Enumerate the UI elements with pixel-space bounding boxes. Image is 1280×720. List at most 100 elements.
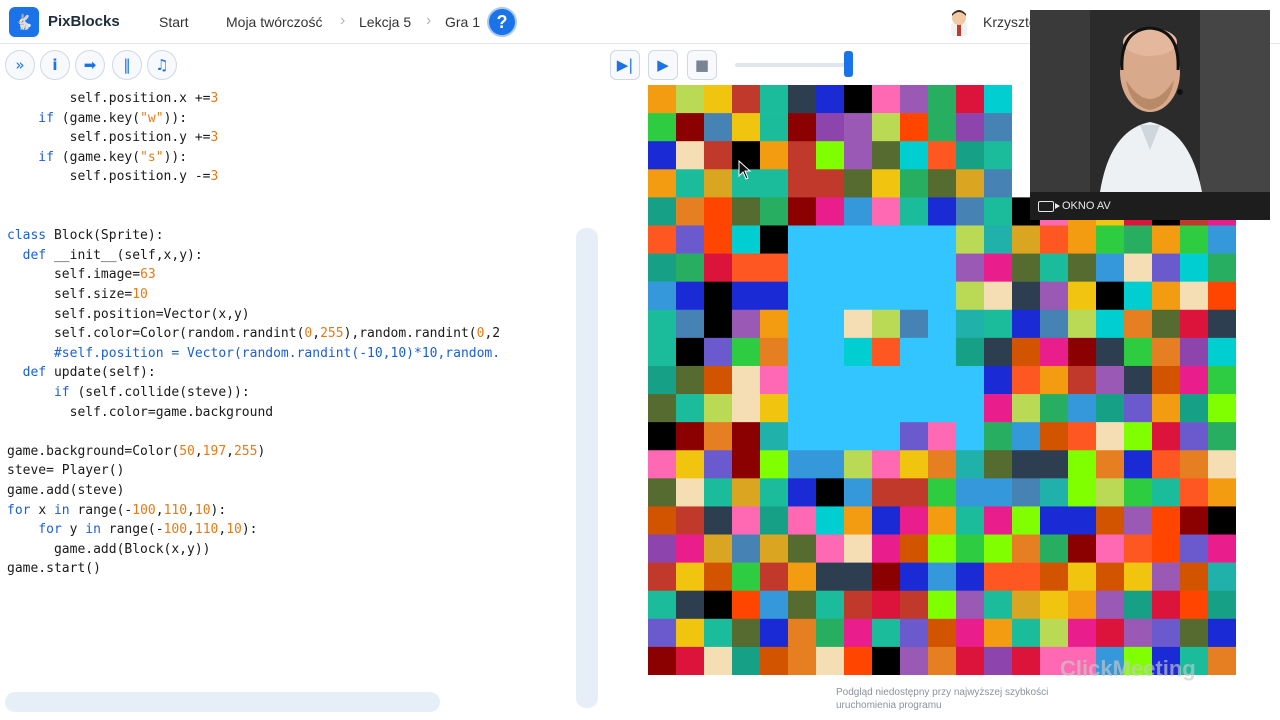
game-block — [844, 253, 873, 282]
code-line[interactable]: for y in range(-100,110,10): — [7, 522, 257, 541]
game-block — [928, 562, 957, 592]
code-line[interactable]: if (game.key("w")): — [7, 111, 187, 130]
video-caption: OKNO AV — [1030, 192, 1270, 220]
game-block — [1040, 225, 1069, 254]
code-line[interactable]: def update(self): — [7, 365, 156, 384]
game-block — [1012, 590, 1041, 620]
editor-horizontal-scrollbar[interactable] — [5, 692, 440, 712]
code-line[interactable]: #self.position = Vector(random.randint(-… — [7, 346, 500, 365]
game-block — [676, 478, 705, 507]
help-button[interactable]: ? — [487, 7, 517, 37]
game-block — [928, 394, 957, 423]
game-block — [1096, 253, 1125, 282]
game-block — [1096, 309, 1125, 339]
code-line[interactable]: self.position.y -=3 — [7, 169, 219, 188]
game-block — [760, 141, 789, 170]
music-button[interactable]: ♫ — [147, 50, 177, 80]
game-block — [816, 253, 845, 282]
game-block — [1096, 534, 1125, 563]
pixblocks-logo-icon[interactable]: 🐇 — [9, 7, 39, 37]
game-block — [704, 113, 733, 142]
code-line[interactable]: game.add(steve) — [7, 483, 124, 502]
game-block — [1068, 590, 1097, 620]
code-line[interactable]: for x in range(-100,110,10): — [7, 503, 226, 522]
game-block — [1152, 422, 1181, 451]
game-block — [900, 309, 929, 339]
game-block — [1152, 365, 1181, 395]
game-block — [704, 365, 733, 395]
game-block — [788, 169, 817, 198]
game-block — [1012, 225, 1041, 254]
code-editor[interactable]: self.position.x +=3 if (game.key("w")): … — [0, 85, 600, 690]
game-block — [1040, 478, 1069, 507]
game-block — [928, 225, 957, 254]
app-logo-text[interactable]: PixBlocks — [48, 13, 120, 30]
game-block — [704, 618, 733, 648]
code-line[interactable]: steve= Player() — [7, 463, 124, 482]
code-line[interactable]: self.color=Color(random.randint(0,255),r… — [7, 326, 500, 345]
editor-vertical-scrollbar[interactable] — [576, 228, 598, 708]
code-line[interactable]: if (self.collide(steve)): — [7, 385, 250, 404]
code-token: range(- — [77, 502, 133, 518]
code-token: 3 — [210, 169, 219, 185]
game-block — [1208, 478, 1236, 507]
game-block — [1096, 394, 1125, 423]
code-line[interactable]: self.image=63 — [7, 267, 156, 286]
code-token: "w" — [140, 110, 164, 126]
game-block — [816, 169, 845, 198]
skip-forward-button[interactable]: ▶| — [610, 50, 640, 80]
game-block — [928, 618, 957, 648]
nav-my-work[interactable]: Moja twórczość — [226, 14, 322, 30]
code-line[interactable]: def __init__(self,x,y): — [7, 248, 203, 267]
code-line[interactable]: game.background=Color(50,197,255) — [7, 444, 265, 463]
game-block — [732, 618, 761, 648]
game-block — [984, 85, 1013, 114]
speed-slider-thumb[interactable] — [844, 51, 853, 77]
fast-forward-button[interactable]: » — [5, 50, 35, 80]
code-line[interactable]: game.add(Block(x,y)) — [7, 542, 211, 561]
info-button[interactable]: i — [40, 50, 70, 80]
code-token: 255 — [233, 443, 258, 459]
game-block — [816, 506, 845, 535]
game-block — [844, 534, 873, 563]
game-block — [676, 365, 705, 395]
game-block — [1124, 590, 1153, 620]
nav-start[interactable]: Start — [159, 14, 189, 30]
nav-game[interactable]: Gra 1 — [445, 14, 480, 30]
game-block — [872, 253, 901, 282]
game-block — [956, 478, 985, 507]
game-block — [816, 394, 845, 423]
pause-button[interactable]: ‖ — [112, 50, 142, 80]
watermark-logo: ClickMeeting — [1060, 656, 1196, 681]
game-block — [1208, 309, 1236, 339]
nav-lesson[interactable]: Lekcja 5 — [359, 14, 411, 30]
code-line[interactable]: self.position=Vector(x,y) — [7, 307, 250, 326]
game-block — [1180, 281, 1209, 311]
code-token: 10 — [132, 287, 148, 302]
step-button[interactable]: ➡ — [75, 50, 105, 80]
code-line[interactable]: self.color=game.background — [7, 405, 274, 424]
stop-button[interactable]: ■ — [687, 50, 717, 80]
game-block — [732, 478, 761, 507]
game-block — [648, 506, 677, 535]
code-token: , — [194, 443, 203, 459]
code-line[interactable]: self.position.x +=3 — [7, 91, 219, 110]
game-block — [1040, 534, 1069, 563]
game-block — [704, 309, 733, 339]
game-block — [1040, 337, 1069, 367]
code-line[interactable]: if (game.key("s")): — [7, 150, 187, 169]
code-line[interactable]: game.start() — [7, 561, 101, 580]
game-block — [956, 169, 985, 198]
game-block — [676, 309, 705, 339]
game-block — [816, 478, 845, 507]
play-icon: ▶ — [657, 56, 669, 74]
game-block — [816, 197, 845, 226]
code-line[interactable]: self.position.y +=3 — [7, 130, 219, 149]
code-line[interactable]: self.size=10 — [7, 287, 148, 306]
speed-slider[interactable] — [735, 63, 850, 67]
code-token: Block(Sprite): — [53, 228, 164, 244]
code-line[interactable]: class Block(Sprite): — [7, 228, 164, 247]
game-block — [816, 646, 845, 675]
avatar[interactable] — [946, 8, 972, 36]
play-button[interactable]: ▶ — [648, 50, 678, 80]
